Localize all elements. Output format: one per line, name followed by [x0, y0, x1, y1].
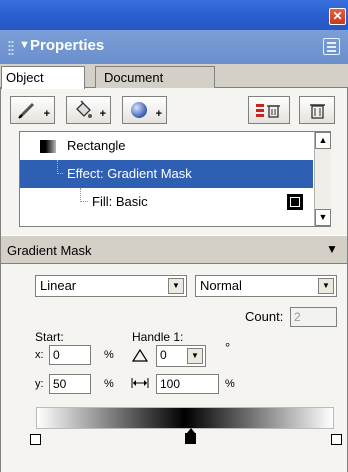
gradient-type-value: Linear — [40, 278, 77, 293]
panel-title: Properties — [30, 37, 105, 54]
scroll-down-icon[interactable]: ▼ — [315, 209, 331, 226]
percent-label: % — [104, 378, 114, 390]
list-item-rectangle[interactable]: Rectangle — [20, 132, 313, 160]
collapse-arrow-icon[interactable]: ▼ — [19, 39, 30, 51]
panel-header[interactable]: ▼ Properties — [0, 30, 348, 64]
length-icon — [131, 378, 149, 388]
blend-mode-value: Normal — [200, 278, 242, 293]
percent-label: % — [225, 378, 235, 390]
gradient-stop-center[interactable] — [185, 433, 196, 444]
count-value: 2 — [294, 310, 301, 324]
grip-handle-icon[interactable] — [8, 40, 14, 56]
chevron-down-icon[interactable]: ▼ — [187, 348, 203, 364]
tree-connector — [80, 188, 88, 202]
length-input[interactable]: 100 — [156, 374, 219, 394]
plus-icon: + — [155, 108, 162, 120]
handle-label: Handle 1: — [132, 330, 184, 344]
window-title-bar: ✕ — [0, 0, 348, 30]
angle-select[interactable]: 0 ▼ — [156, 345, 206, 367]
gradient-mask-section-header[interactable]: Gradient Mask ▼ — [1, 235, 347, 264]
list-item-label: Fill: Basic — [92, 194, 148, 209]
tab-document[interactable]: Document — [95, 66, 215, 89]
plus-icon: + — [99, 108, 106, 120]
start-label: Start: — [35, 330, 64, 344]
delete-attribute-button[interactable] — [248, 96, 290, 124]
delete-attribute-icon — [256, 104, 280, 118]
gradient-ramp[interactable] — [36, 407, 334, 429]
effect-sphere-icon — [131, 102, 147, 118]
attribute-list[interactable]: Rectangle Effect: Gradient Mask Fill: Ba… — [19, 131, 331, 227]
chevron-down-icon[interactable]: ▼ — [326, 242, 338, 256]
add-effect-button[interactable]: + — [122, 96, 167, 124]
attribute-toolbar: + + + — [10, 96, 335, 124]
close-icon[interactable]: ✕ — [329, 8, 346, 25]
list-item-effect-gradient-mask[interactable]: Effect: Gradient Mask — [20, 160, 313, 188]
chevron-down-icon[interactable]: ▼ — [318, 278, 334, 294]
trash-button[interactable] — [299, 96, 335, 124]
start-x-value: 0 — [53, 348, 60, 362]
blend-mode-select[interactable]: Normal ▼ — [195, 275, 337, 297]
pencil-icon — [18, 102, 35, 119]
fill-color-swatch[interactable] — [287, 194, 303, 210]
tab-object[interactable]: Object — [1, 66, 85, 89]
start-x-input[interactable]: 0 — [49, 345, 91, 365]
angle-value: 0 — [160, 348, 167, 362]
list-scrollbar[interactable]: ▲ ▼ — [314, 132, 331, 226]
rectangle-icon — [40, 140, 56, 153]
plus-icon: + — [43, 108, 50, 120]
start-y-input[interactable]: 50 — [49, 374, 91, 394]
list-item-fill-basic[interactable]: Fill: Basic — [20, 188, 313, 216]
list-item-label: Effect: Gradient Mask — [67, 166, 192, 181]
chevron-down-icon[interactable]: ▼ — [168, 278, 184, 294]
list-item-label: Rectangle — [67, 138, 126, 153]
count-field: 2 — [290, 307, 337, 327]
scroll-up-icon[interactable]: ▲ — [315, 132, 331, 149]
degree-label: ° — [225, 340, 231, 355]
trash-icon — [310, 104, 325, 119]
percent-label: % — [104, 349, 114, 361]
add-stroke-button[interactable]: + — [10, 96, 55, 124]
gradient-stop-left[interactable] — [30, 434, 41, 445]
section-title: Gradient Mask — [7, 243, 92, 258]
add-fill-button[interactable]: + — [66, 96, 111, 124]
x-label: x: — [35, 349, 44, 361]
angle-icon — [132, 348, 148, 362]
paint-bucket-icon — [76, 100, 92, 118]
count-label: Count: — [245, 309, 284, 324]
tree-connector — [57, 160, 63, 174]
tab-strip: Object Document — [0, 64, 348, 89]
gradient-stop-right[interactable] — [331, 434, 342, 445]
length-value: 100 — [160, 377, 181, 391]
start-y-value: 50 — [53, 377, 67, 391]
gradient-type-select[interactable]: Linear ▼ — [35, 275, 187, 297]
panel-options-icon[interactable] — [323, 38, 340, 55]
y-label: y: — [35, 378, 44, 390]
